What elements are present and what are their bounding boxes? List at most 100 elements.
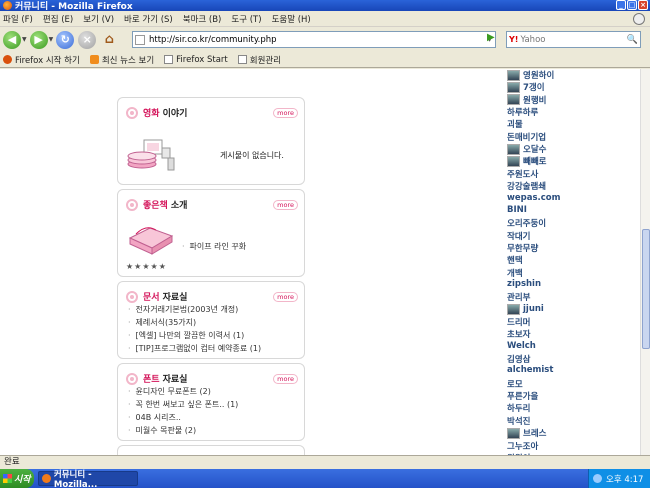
member-name: 무한무량 [507, 243, 539, 254]
more-button[interactable]: more [273, 200, 298, 210]
list-item[interactable]: 전자거래기본법(2003년 개정) [128, 303, 261, 316]
list-item[interactable]: [TIP]프로그램없이 컴터 예약종료 (1) [128, 342, 262, 355]
firefox-icon [42, 474, 51, 483]
member-name: 드리머 [507, 318, 531, 328]
menu-help[interactable]: 도움말 (H) [272, 13, 311, 25]
menu-edit[interactable]: 편집 (E) [43, 13, 73, 25]
member-item[interactable]: 강강술램쇄 [507, 180, 546, 192]
network-icon[interactable] [593, 474, 602, 483]
member-item[interactable]: 빼빼로 [507, 155, 546, 167]
menu-view[interactable]: 보기 (V) [83, 13, 114, 25]
member-item[interactable]: 무한무량 [507, 242, 538, 254]
back-button[interactable]: ◀ [3, 30, 21, 49]
start-button[interactable]: 시작 [0, 469, 34, 488]
member-item[interactable]: 괴물 [507, 118, 523, 130]
avatar [507, 143, 520, 155]
yahoo-icon[interactable]: Y! [509, 35, 518, 44]
member-name: 돈매비기업 [507, 132, 547, 143]
member-item[interactable]: jjuni [507, 303, 544, 315]
url-input[interactable] [149, 34, 488, 45]
more-button[interactable]: more [273, 374, 298, 384]
search-icon[interactable]: 🔍 [627, 35, 638, 45]
box-title[interactable]: 좋은책 소개 [126, 198, 187, 211]
bookmark-firefox-start[interactable]: Firefox 시작 하기 [3, 54, 80, 66]
forward-history-icon[interactable]: ▼ [49, 36, 54, 43]
member-item[interactable]: 작대기 [507, 230, 530, 242]
member-name: 김영삼 [507, 355, 531, 366]
member-item[interactable]: 김영삼 [507, 353, 530, 365]
menu-bookmarks[interactable]: 북마크 (B) [183, 13, 222, 25]
menu-go[interactable]: 바로 가기 (S) [124, 13, 173, 25]
bookmark-member-admin[interactable]: 회원관리 [237, 54, 281, 66]
reload-button[interactable]: ↻ [56, 30, 75, 49]
member-name: 핸택 [507, 256, 523, 267]
member-item[interactable]: 로모 [507, 378, 523, 390]
box-title[interactable]: 영화 이야기 [126, 106, 187, 119]
stop-button[interactable]: × [78, 30, 97, 49]
member-item[interactable]: 핸택 [507, 254, 523, 266]
list-item[interactable]: 꼭 한번 써보고 싶은 폰트.. (1) [128, 398, 239, 411]
list-item[interactable]: [엑셀] 나만의 깔끔한 이력서 (1) [128, 329, 261, 342]
throbber-icon [633, 13, 645, 25]
member-item[interactable]: 주원도사 [507, 168, 538, 180]
box-title[interactable]: 문서 자료실 [126, 290, 187, 303]
search-box[interactable]: Y! 🔍 [506, 31, 641, 48]
home-button[interactable]: ⌂ [100, 31, 118, 49]
member-name: 작대기 [507, 231, 531, 242]
member-item[interactable]: 박석진 [507, 415, 530, 427]
member-item[interactable]: Welch [507, 341, 536, 351]
more-button[interactable]: more [273, 292, 298, 302]
bookmark-firefox-start-page[interactable]: Firefox Start [164, 55, 228, 65]
member-name: 하두리 [507, 404, 531, 415]
taskbar-firefox-item[interactable]: 커뮤니티 - Mozilla... [38, 470, 138, 488]
member-item[interactable]: 돈매비기업 [507, 131, 546, 143]
member-item[interactable]: wepas.com [507, 193, 560, 203]
member-item[interactable]: zipshin [507, 279, 541, 289]
list-item[interactable]: 미월수 목판물 (2) [128, 424, 238, 437]
maximize-button[interactable]: □ [627, 0, 637, 10]
go-button[interactable]: ▶ [487, 32, 501, 46]
member-item[interactable]: alchemist [507, 365, 553, 375]
minimize-button[interactable]: _ [616, 0, 626, 10]
back-history-icon[interactable]: ▼ [22, 36, 27, 43]
member-item[interactable]: 푸른가을 [507, 390, 538, 402]
more-button[interactable]: more [273, 108, 298, 118]
member-name: 개백 [507, 268, 523, 279]
window-titlebar[interactable]: 커뮤니티 - Mozilla Firefox _ □ × [0, 0, 650, 12]
vertical-scrollbar[interactable] [640, 69, 650, 455]
member-item[interactable]: 관리부 [507, 291, 530, 303]
list-item[interactable]: 제례서식(35가지) [128, 316, 261, 329]
member-item[interactable]: 하루하루 [507, 106, 538, 118]
menu-file[interactable]: 파일 (F) [3, 13, 33, 25]
member-item[interactable]: 초보자 [507, 328, 530, 340]
member-item[interactable]: 7갱이 [507, 81, 545, 93]
member-item[interactable]: 그누조아 [507, 440, 538, 452]
member-item[interactable]: 원행비 [507, 94, 546, 106]
search-input[interactable] [520, 34, 627, 45]
bookmarks-toolbar: Firefox 시작 하기 최신 뉴스 보기 Firefox Start 회원관… [0, 52, 650, 68]
window-controls: _ □ × [616, 0, 648, 10]
member-name: 관리부 [507, 293, 531, 304]
member-item[interactable]: 브레스 [507, 427, 546, 439]
address-bar[interactable]: ▼ [132, 31, 496, 48]
member-item[interactable]: 오달수 [507, 143, 546, 155]
member-item[interactable]: 오리주둥이 [507, 217, 546, 229]
bookmark-latest-news[interactable]: 최신 뉴스 보기 [89, 54, 154, 66]
scrollbar-thumb[interactable] [642, 229, 650, 349]
list-item[interactable]: 파이프 라인 꾸화 [182, 240, 247, 253]
menu-tools[interactable]: 도구 (T) [231, 13, 261, 25]
list-item[interactable]: 윤디자인 무료폰트 (2) [128, 385, 238, 398]
member-item[interactable]: 하두리 [507, 402, 530, 414]
forward-button[interactable]: ▶ [29, 30, 48, 49]
movie-talk-box: 영화 이야기 more 게시물이 없습니다. [117, 97, 305, 185]
member-name: jjuni [523, 304, 544, 315]
member-item[interactable]: 영원하이 [507, 69, 554, 81]
list-item[interactable]: 04B 시리즈.. [128, 411, 238, 424]
member-item[interactable]: BINI [507, 205, 527, 215]
status-text: 완료 [4, 457, 20, 467]
box-title[interactable]: 폰트 자료실 [126, 372, 187, 385]
member-item[interactable]: 드리머 [507, 316, 530, 328]
close-button[interactable]: × [638, 0, 648, 10]
member-name: 강강술램쇄 [507, 182, 547, 193]
member-item[interactable]: 개백 [507, 267, 523, 279]
